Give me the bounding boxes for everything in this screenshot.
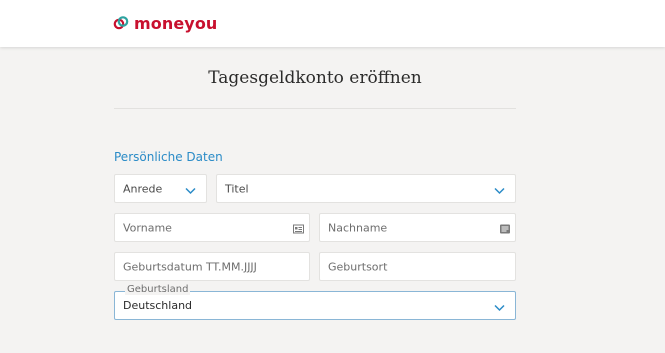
geburtsdatum-placeholder: Geburtsdatum TT.MM.JJJJ — [123, 260, 257, 273]
chevron-down-icon — [494, 296, 505, 315]
title-divider — [114, 108, 516, 109]
id-card-icon — [500, 218, 510, 237]
nachname-placeholder: Nachname — [328, 221, 388, 234]
vorname-input[interactable]: Vorname — [114, 213, 310, 242]
geburtsdatum-input[interactable]: Geburtsdatum TT.MM.JJJJ — [114, 252, 310, 281]
geburtsort-input[interactable]: Geburtsort — [319, 252, 516, 281]
geburtsland-select[interactable]: Geburtsland Deutschland — [114, 284, 516, 320]
brand-logo[interactable]: moneyou — [113, 12, 217, 34]
chevron-down-icon — [185, 179, 196, 198]
page-title: Tagesgeldkonto eröffnen — [208, 68, 422, 88]
anrede-placeholder: Anrede — [123, 182, 163, 195]
titel-placeholder: Titel — [225, 182, 249, 195]
vorname-placeholder: Vorname — [123, 221, 172, 234]
geburtsland-label: Geburtsland — [125, 284, 191, 295]
brand-name: moneyou — [134, 13, 218, 33]
id-card-icon — [293, 218, 304, 237]
section-title: Persönliche Daten — [114, 150, 223, 164]
anrede-select[interactable]: Anrede — [114, 174, 207, 203]
nachname-input[interactable]: Nachname — [319, 213, 516, 242]
chevron-down-icon — [494, 179, 505, 198]
top-header: moneyou — [0, 0, 665, 47]
titel-select[interactable]: Titel — [216, 174, 516, 203]
geburtsland-value: Deutschland — [123, 299, 193, 312]
moneyou-logo-icon — [113, 15, 129, 31]
geburtsort-placeholder: Geburtsort — [328, 260, 388, 273]
